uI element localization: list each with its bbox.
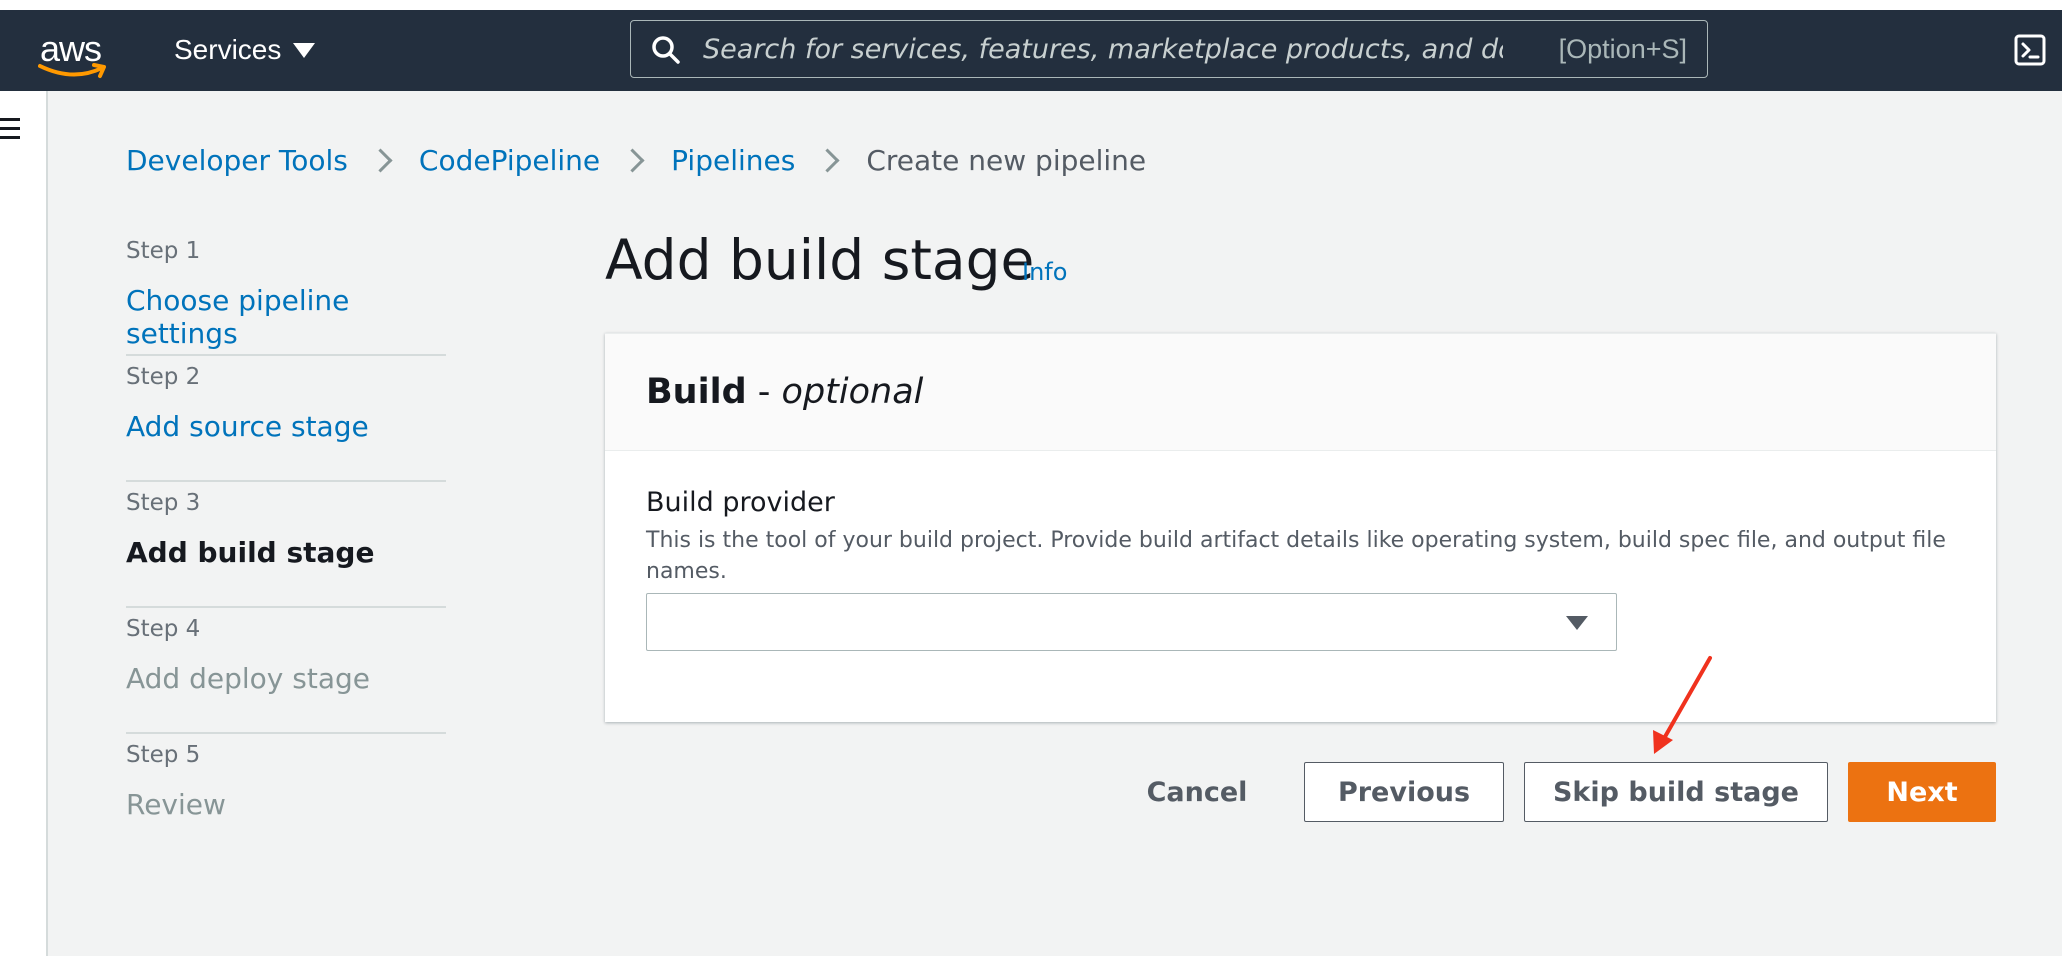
skip-build-stage-button[interactable]: Skip build stage [1524,762,1828,822]
step-link-choose-pipeline-settings[interactable]: Choose pipeline settings [126,284,446,350]
breadcrumb-current: Create new pipeline [866,144,1147,177]
step-link-add-source-stage[interactable]: Add source stage [126,410,446,443]
top-strip [0,0,2062,10]
caret-down-icon [293,42,316,58]
panel-header: Build - optional [605,334,1996,451]
chevron-right-icon [368,148,393,173]
caret-down-icon [1566,616,1588,630]
build-provider-select[interactable] [646,593,1617,651]
next-button[interactable]: Next [1848,762,1996,822]
annotation-arrow-icon [1653,656,1712,754]
services-menu-button[interactable]: Services [174,34,316,66]
panel-header-optional: optional [781,372,924,412]
step-number: Step 3 [126,490,201,516]
step-disabled-review: Review [126,788,226,821]
cloudshell-icon[interactable] [2014,34,2046,66]
step-disabled-add-deploy-stage: Add deploy stage [126,662,370,695]
page-title: Add build stage [605,228,1035,292]
panel-header-title: Build [646,372,747,412]
breadcrumb-developer-tools[interactable]: Developer Tools [126,144,348,177]
breadcrumb-pipelines[interactable]: Pipelines [671,144,795,177]
panel-header-separator: - [746,372,782,412]
previous-button[interactable]: Previous [1304,762,1504,822]
services-label: Services [174,34,282,65]
step-current-add-build-stage: Add build stage [126,536,375,569]
menu-icon[interactable] [0,118,20,145]
wizard-step-1: Step 1 Choose pipeline settings [126,230,446,356]
search-input[interactable] [701,21,1505,78]
build-provider-label: Build provider [646,487,835,518]
search-icon [652,36,680,64]
info-link[interactable]: Info [1022,258,1067,286]
step-number: Step 4 [126,616,201,642]
breadcrumb: Developer Tools CodePipeline Pipelines C… [126,144,1146,177]
wizard-step-2: Step 2 Add source stage [126,356,446,482]
step-number: Step 2 [126,364,201,390]
wizard-step-3: Step 3 Add build stage [126,482,446,608]
wizard-step-4: Step 4 Add deploy stage [126,608,446,734]
breadcrumb-codepipeline[interactable]: CodePipeline [419,144,600,177]
step-number: Step 1 [126,238,201,264]
aws-logo[interactable]: aws [36,28,112,78]
chevron-right-icon [620,148,645,173]
step-number: Step 5 [126,742,201,768]
cancel-button[interactable]: Cancel [1134,762,1260,822]
wizard-step-5: Step 5 Review [126,734,446,860]
chevron-right-icon [815,148,840,173]
search-shortcut-hint: [Option+S] [1558,34,1687,64]
side-navigation-collapsed [0,91,48,956]
top-navigation-bar: aws Services [Option+S] [0,10,2062,91]
wizard-steps: Step 1 Choose pipeline settings Step 2 A… [126,230,446,860]
search-box[interactable]: [Option+S] [630,20,1708,78]
build-provider-description: This is the tool of your build project. … [646,528,1946,584]
build-panel: Build - optional Build provider This is … [605,333,1996,722]
aws-smile-icon [38,63,106,78]
